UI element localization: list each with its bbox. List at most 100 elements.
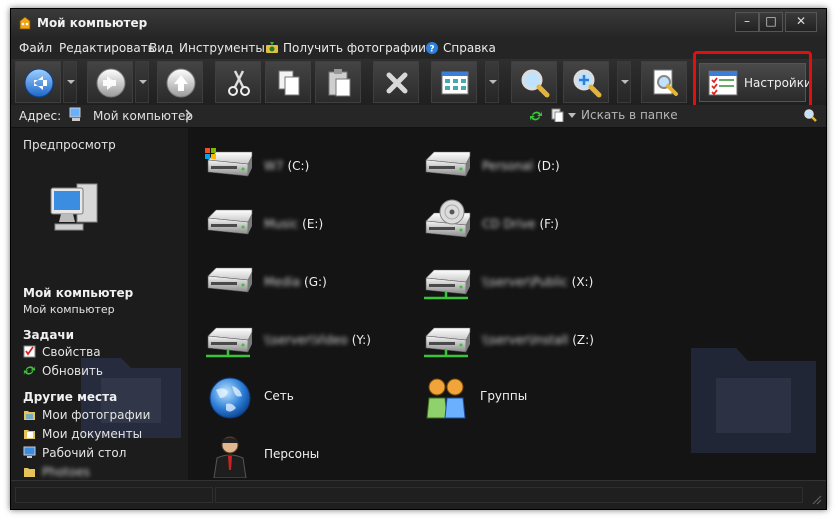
sidebar: Предпросмотр Мой компьютер Мой компьютер… (11, 128, 188, 480)
help-icon: ? (426, 42, 438, 55)
place-desktop[interactable]: Рабочий стол (23, 446, 126, 460)
folder-icon (24, 468, 35, 477)
view-grid-icon (441, 71, 469, 95)
menu-help[interactable]: ? Справка (425, 41, 496, 55)
menu-file[interactable]: Файл (19, 41, 52, 55)
place-desktop-label: Рабочий стол (42, 446, 127, 460)
network-globe-icon (209, 377, 251, 419)
menu-help-label: Справка (443, 41, 496, 55)
desktop-icon (23, 446, 36, 458)
close-button[interactable]: ✕ (785, 12, 817, 32)
person-icon (213, 436, 247, 478)
scissors-icon (228, 70, 250, 96)
network-drive-icon (424, 320, 472, 358)
item-network-label: Сеть (264, 389, 294, 403)
selection-title: Мой компьютер (23, 286, 134, 300)
minimize-button[interactable]: – (735, 12, 759, 32)
place-photoes[interactable]: Photoes (23, 465, 90, 479)
forward-history-dropdown[interactable] (135, 61, 149, 103)
menu-view[interactable]: Вид (149, 41, 173, 55)
computer-small-icon (69, 107, 81, 121)
zoom-dropdown[interactable] (617, 61, 631, 103)
menu-tools[interactable]: Инструменты (179, 41, 265, 55)
tasks-heading: Задачи (23, 328, 75, 342)
maximize-button[interactable]: □ (759, 12, 783, 32)
drive-x-letter: (X:) (571, 275, 594, 289)
drive-f-letter: (F:) (539, 217, 559, 231)
properties-icon (23, 345, 36, 358)
search-icon[interactable] (803, 108, 817, 122)
paste-icon (328, 69, 351, 97)
task-properties[interactable]: Свойства (23, 345, 101, 359)
drive-y-name: \\server\Video (264, 333, 348, 347)
zoom-in-button[interactable] (563, 61, 609, 103)
paste-button[interactable] (315, 61, 361, 103)
drive-y-letter: (Y:) (351, 333, 371, 347)
search-area (551, 106, 823, 124)
menu-get-photos[interactable]: Получить фотографии (265, 41, 426, 55)
pictures-folder-icon (24, 411, 35, 420)
content-area: W7 (C:) Personal (D:) Music (E:) CD Drive (F… (188, 128, 826, 480)
network-drive-icon (206, 320, 254, 358)
menu-get-photos-label: Получить фотографии (283, 41, 426, 55)
drive-e-letter: (E:) (302, 217, 324, 231)
cd-drive-icon (420, 199, 472, 244)
forward-arrow-icon (96, 68, 126, 98)
zoom-in-icon (573, 69, 602, 98)
window-title: Мой компьютер (37, 16, 148, 30)
search-input[interactable] (581, 106, 801, 124)
breadcrumb-chevron-icon[interactable] (185, 109, 193, 121)
other-places-heading: Другие места (23, 390, 118, 404)
drive-f-name: CD Drive (482, 217, 536, 231)
drive-e-name: Music (264, 217, 299, 231)
place-my-documents[interactable]: Мои документы (23, 427, 142, 441)
address-field[interactable]: Мой компьютер (63, 106, 503, 124)
place-my-documents-label: Мои документы (42, 427, 143, 441)
refresh-small-icon (23, 365, 36, 376)
drive-c-letter: (C:) (287, 159, 310, 173)
item-persons-label: Персоны (264, 447, 320, 461)
address-value: Мой компьютер (93, 109, 193, 123)
document-preview-icon (653, 69, 678, 96)
magnifier-icon (521, 69, 550, 98)
copy-icon (278, 70, 300, 96)
selection-subtitle: Мой компьютер (23, 303, 115, 316)
back-arrow-icon (24, 68, 54, 98)
preview-button[interactable] (641, 61, 687, 103)
back-history-dropdown[interactable] (63, 61, 77, 103)
place-my-pictures[interactable]: Мои фотографии (23, 408, 150, 422)
resize-grip-icon[interactable] (812, 495, 822, 505)
computer-preview-icon (50, 183, 98, 231)
status-cell-main (215, 487, 803, 503)
menu-edit[interactable]: Редактировать (59, 41, 155, 55)
task-refresh[interactable]: Обновить (23, 364, 103, 378)
zoom-out-button[interactable] (511, 61, 557, 103)
up-button[interactable] (157, 61, 203, 103)
view-mode-button[interactable] (431, 61, 477, 103)
back-button[interactable] (15, 61, 61, 103)
watermark-folder-large-icon (691, 348, 816, 453)
task-refresh-label: Обновить (42, 364, 103, 378)
copy-button[interactable] (265, 61, 311, 103)
system-drive-icon (205, 148, 254, 186)
chevron-down-icon[interactable] (568, 113, 576, 119)
status-bar (11, 480, 826, 509)
hard-drive-icon (202, 262, 254, 302)
search-scope-icon[interactable] (551, 108, 565, 122)
camera-download-icon (266, 42, 278, 53)
drive-d-letter: (D:) (537, 159, 560, 173)
cut-button[interactable] (215, 61, 261, 103)
toolbar: Настройки (11, 51, 826, 111)
view-mode-dropdown[interactable] (485, 61, 499, 103)
delete-button[interactable] (373, 61, 419, 103)
hard-drive-icon (420, 146, 472, 186)
svg-text:?: ? (429, 45, 434, 55)
title-bar[interactable]: Мой компьютер – □ ✕ (11, 9, 826, 37)
status-cell-left (15, 487, 213, 503)
refresh-icon[interactable] (529, 109, 543, 123)
address-label: Адрес: (19, 109, 62, 123)
forward-button[interactable] (87, 61, 133, 103)
groups-icon (426, 378, 466, 419)
drive-x-name: \\server\Public (482, 275, 568, 289)
item-groups-label: Группы (480, 389, 528, 403)
